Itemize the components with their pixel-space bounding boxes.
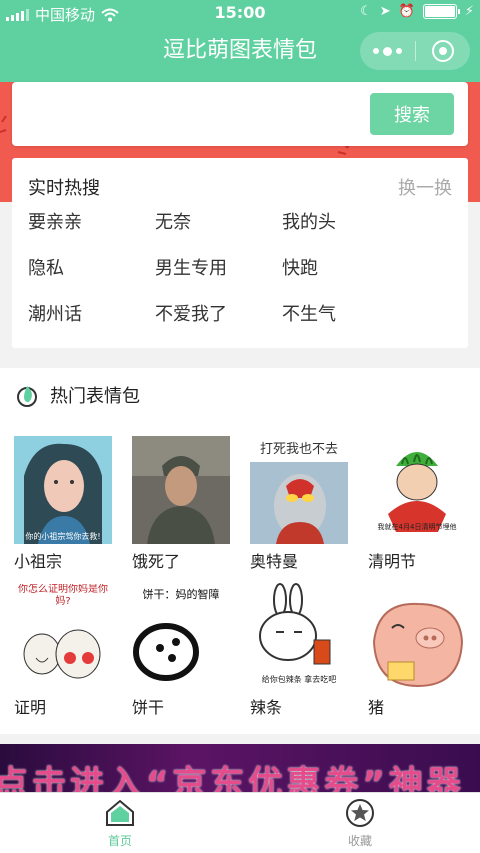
alarm-icon: ⏰ <box>398 4 415 19</box>
nav-header: 中国移动 15:00 ☾ ➤ ⏰ ⚡ 逗比萌图表情包 <box>0 0 480 82</box>
hot-search-item[interactable]: 快跑 <box>282 258 409 280</box>
sticker-image: 饼干：妈的智障 <box>132 582 230 690</box>
app-root: 中国移动 15:00 ☾ ➤ ⏰ ⚡ 逗比萌图表情包 搜索 实时热搜 换一换 要… <box>0 0 480 853</box>
sticker-caption: 你怎么证明你妈是你妈? <box>18 584 108 607</box>
status-right: ☾ ➤ ⏰ ⚡ <box>360 4 474 19</box>
charging-icon: ⚡ <box>464 4 474 19</box>
sticker-caption: 给你包辣条 拿去吃吧 <box>261 675 337 684</box>
hot-search-item[interactable]: 不生气 <box>282 304 409 326</box>
hot-search-item[interactable]: 不爱我了 <box>155 304 282 326</box>
page-title: 逗比萌图表情包 <box>162 38 317 63</box>
ad-banner[interactable]: 点击进入“京东优惠券”神器 <box>0 744 480 792</box>
hot-search-item[interactable]: 要亲亲 <box>28 212 155 234</box>
ad-text: 点击进入“京东优惠券”神器 <box>0 764 465 792</box>
star-icon <box>346 798 374 827</box>
search-bar: 搜索 <box>12 82 468 146</box>
section-header: 热门表情包 <box>14 382 140 408</box>
hot-search-item[interactable]: 潮州话 <box>28 304 155 326</box>
search-input[interactable] <box>26 94 366 134</box>
sticker-label: 猪 <box>368 698 385 717</box>
sticker-item[interactable]: 饿死了 <box>132 436 242 572</box>
popular-stickers-section: 热门表情包 你的小祖宗驾你去救! 小祖宗 饿死了 打死我也不去 奥特曼 我就在4… <box>0 368 480 734</box>
battery-icon <box>422 4 460 19</box>
sticker-item[interactable]: 我就在4月4日清明节埋他 清明节 <box>368 436 478 572</box>
section-title: 热门表情包 <box>50 386 140 407</box>
hot-search-panel: 实时热搜 换一换 要亲亲 无奈 我的头 隐私 男生专用 快跑 潮州话 不爱我了 … <box>12 158 468 348</box>
sticker-image: 打死我也不去 <box>250 436 348 544</box>
sticker-image: 我就在4月4日清明节埋他 <box>368 436 466 544</box>
sticker-caption: 饼干：妈的智障 <box>142 588 220 601</box>
tab-favorites[interactable]: 收藏 <box>240 793 480 853</box>
hot-search-item[interactable]: 我的头 <box>282 212 409 234</box>
sticker-label: 饼干 <box>132 698 165 717</box>
moon-icon: ☾ <box>360 4 372 19</box>
sticker-item[interactable]: 你怎么证明你妈是你妈? 证明 <box>14 582 124 718</box>
sticker-label: 辣条 <box>250 698 283 717</box>
hot-search-item[interactable]: 无奈 <box>155 212 282 234</box>
sticker-caption: 打死我也不去 <box>259 442 338 457</box>
flame-icon <box>17 386 37 407</box>
refresh-button[interactable]: 换一换 <box>398 174 452 200</box>
sticker-image <box>132 436 230 544</box>
location-icon: ➤ <box>379 4 391 19</box>
sticker-image <box>368 582 466 690</box>
sticker-label: 清明节 <box>368 552 417 571</box>
sticker-grid: 你的小祖宗驾你去救! 小祖宗 饿死了 打死我也不去 奥特曼 我就在4月4日清明节… <box>14 436 474 718</box>
sticker-item[interactable]: 打死我也不去 奥特曼 <box>250 436 360 572</box>
search-button[interactable]: 搜索 <box>370 93 454 135</box>
hot-search-list: 要亲亲 无奈 我的头 隐私 男生专用 快跑 潮州话 不爱我了 不生气 <box>28 212 418 326</box>
hot-search-item[interactable]: 隐私 <box>28 258 155 280</box>
tab-label-favorites: 收藏 <box>347 833 372 848</box>
sticker-label: 小祖宗 <box>14 552 63 571</box>
sticker-item[interactable]: 你的小祖宗驾你去救! 小祖宗 <box>14 436 124 572</box>
sticker-label: 奥特曼 <box>250 552 299 571</box>
sticker-item[interactable]: 给你包辣条 拿去吃吧 辣条 <box>250 582 360 718</box>
sticker-caption: 我就在4月4日清明节埋他 <box>377 523 457 531</box>
sticker-caption: 你的小祖宗驾你去救! <box>25 532 101 541</box>
sticker-image: 给你包辣条 拿去吃吧 <box>250 582 348 690</box>
hot-search-item[interactable]: 男生专用 <box>155 258 282 280</box>
hot-search-title: 实时热搜 <box>28 178 100 199</box>
status-bar: 中国移动 15:00 ☾ ➤ ⏰ ⚡ <box>0 0 480 26</box>
sticker-label: 证明 <box>14 698 47 717</box>
mini-program-capsule <box>360 32 470 70</box>
tab-label-home: 首页 <box>107 833 132 848</box>
tab-home[interactable]: 首页 <box>0 793 240 853</box>
home-icon <box>106 799 134 826</box>
target-icon <box>432 40 454 62</box>
sticker-item[interactable]: 饼干：妈的智障 饼干 <box>132 582 242 718</box>
more-menu-button[interactable] <box>360 32 415 70</box>
close-mini-program-button[interactable] <box>416 32 470 70</box>
sticker-image: 你的小祖宗驾你去救! <box>14 436 112 544</box>
sticker-item[interactable]: 猪 <box>368 582 478 718</box>
tab-bar: 首页 收藏 <box>0 792 480 853</box>
sticker-label: 饿死了 <box>132 552 181 571</box>
sticker-image: 你怎么证明你妈是你妈? <box>14 582 112 690</box>
